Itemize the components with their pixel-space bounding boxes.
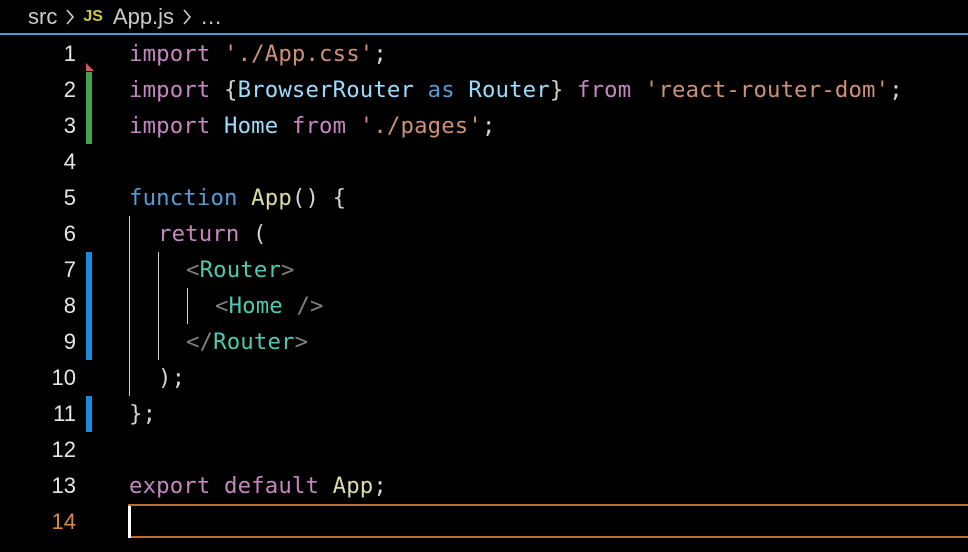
- line-number: 4: [63, 149, 76, 174]
- code-line[interactable]: 11 };: [0, 396, 968, 432]
- diff-modified-gutter[interactable]: [86, 396, 92, 432]
- code-text: );: [158, 365, 186, 391]
- line-number: 13: [51, 473, 76, 498]
- diff-modified-gutter[interactable]: [86, 324, 92, 360]
- code-text: </Router>: [186, 329, 309, 355]
- line-number: 6: [63, 221, 76, 246]
- code-line[interactable]: 7 <Router>: [0, 252, 968, 288]
- chevron-right-icon: [65, 8, 75, 26]
- code-line[interactable]: 3 import Home from './pages';: [0, 108, 968, 144]
- code-text: function App() {: [129, 185, 347, 211]
- line-number: 10: [51, 365, 76, 390]
- diff-modified-gutter[interactable]: [86, 288, 92, 324]
- chevron-right-icon: [182, 8, 192, 26]
- diff-deleted-marker-icon[interactable]: [86, 63, 94, 71]
- line-number: 5: [63, 185, 76, 210]
- code-line[interactable]: 1 import './App.css';: [0, 36, 968, 72]
- line-number: 11: [53, 401, 76, 426]
- code-text: import Home from './pages';: [129, 113, 496, 139]
- line-number: 7: [63, 257, 76, 282]
- code-text: };: [129, 401, 157, 427]
- breadcrumb-file[interactable]: App.js: [113, 4, 174, 30]
- code-text: import './App.css';: [129, 41, 387, 67]
- code-line-active[interactable]: 14: [0, 504, 968, 540]
- code-line[interactable]: 4: [0, 144, 968, 180]
- code-text: import {BrowserRouter as Router} from 'r…: [129, 77, 903, 103]
- breadcrumb-more[interactable]: …: [200, 4, 222, 30]
- code-line[interactable]: 6 return (: [0, 216, 968, 252]
- indent-guide: [129, 216, 130, 396]
- line-number: 8: [63, 293, 76, 318]
- diff-modified-gutter[interactable]: [86, 252, 92, 288]
- line-number: 2: [63, 77, 76, 102]
- breadcrumb-folder[interactable]: src: [28, 4, 57, 30]
- code-line[interactable]: 10 );: [0, 360, 968, 396]
- code-line[interactable]: 9 </Router>: [0, 324, 968, 360]
- code-text: return (: [158, 221, 267, 247]
- line-number: 1: [63, 41, 76, 66]
- javascript-file-icon: JS: [83, 7, 103, 25]
- code-text: <Home />: [215, 293, 324, 319]
- code-line[interactable]: 5 function App() {: [0, 180, 968, 216]
- editor-top-border: [0, 33, 968, 35]
- code-line[interactable]: 13 export default App;: [0, 468, 968, 504]
- diff-added-gutter[interactable]: [86, 108, 92, 144]
- line-number: 3: [63, 113, 76, 138]
- line-number-active: 14: [51, 509, 76, 534]
- indent-guide: [158, 252, 159, 360]
- breadcrumb: src JS App.js …: [0, 0, 968, 33]
- line-number: 9: [63, 329, 76, 354]
- code-line[interactable]: 2 import {BrowserRouter as Router} from …: [0, 72, 968, 108]
- text-cursor: [128, 506, 131, 538]
- diff-added-gutter[interactable]: [86, 72, 92, 108]
- code-editor[interactable]: 1 import './App.css'; 2 import {BrowserR…: [0, 36, 968, 552]
- code-text: <Router>: [186, 257, 295, 283]
- code-line[interactable]: 8 <Home />: [0, 288, 968, 324]
- line-number: 12: [51, 437, 76, 462]
- code-text: export default App;: [129, 473, 387, 499]
- code-line[interactable]: 12: [0, 432, 968, 468]
- indent-guide: [187, 288, 188, 324]
